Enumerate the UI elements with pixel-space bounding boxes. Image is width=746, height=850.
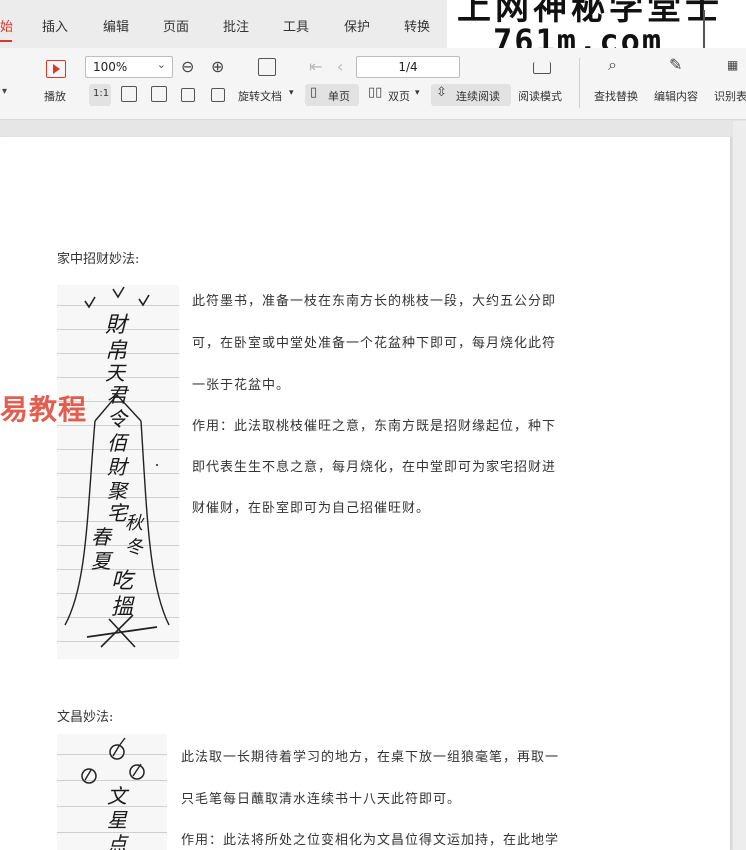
fit-width-icon[interactable]	[151, 86, 167, 102]
play-icon[interactable]	[46, 60, 66, 78]
chevron-down-icon: ▾	[415, 88, 420, 98]
chevron-down-icon: ⌄	[156, 58, 166, 71]
talisman-char: 搵	[111, 595, 134, 620]
double-page-icon: ▯▯	[368, 85, 383, 100]
paragraph-line: 一张于花盆中。	[192, 378, 291, 393]
toolbar-divider	[579, 58, 580, 108]
single-page-icon: ▯	[310, 85, 318, 100]
paragraph-line: 即代表生生不息之意，每月烧化，在中堂即可为家宅招财进	[192, 460, 557, 475]
active-tab-indicator	[0, 40, 12, 42]
find-replace-button[interactable]: 查找替换	[594, 88, 638, 104]
edit-pen-icon[interactable]: ✎	[669, 55, 682, 74]
tab-insert[interactable]: 插入	[42, 16, 68, 35]
edit-content-button[interactable]: 编辑内容	[654, 88, 698, 104]
paragraph-line: 作用：此法将所处之位变相化为文昌位得文运加持，在此地学	[181, 833, 560, 848]
chevron-down-icon[interactable]: ▾	[2, 86, 7, 97]
recognize-table-icon[interactable]: ▦	[727, 58, 738, 72]
zoom-in-icon[interactable]: ⊕	[211, 57, 224, 76]
talisman-char: 秋	[125, 513, 143, 534]
first-page-icon[interactable]: ⇤	[309, 57, 322, 76]
continuous-read-button[interactable]: 连续阅读	[456, 88, 500, 104]
paragraph-line: 此符墨书，准备一枝在东南方长的桃枝一段，大约五公分即	[192, 294, 557, 309]
page-number-input[interactable]: 1/4	[356, 56, 460, 78]
literary-talisman-image: 文 星 点	[57, 734, 167, 850]
double-page-button[interactable]: 双页	[388, 88, 410, 104]
paragraph-line: 财催财，在卧室即可为自己招催旺财。	[192, 501, 431, 516]
continuous-read-icon: ⇳	[436, 85, 447, 100]
tab-start[interactable]: 始	[0, 16, 13, 35]
paragraph-line: 作用：此法取桃枝催旺之意，东南方既是招财缘起位，种下	[192, 419, 557, 434]
paragraph-line: 此法取一长期待着学习的地方，在桌下放一组狼毫笔，再取一	[181, 750, 560, 765]
side-watermark-text: 易教程	[0, 393, 88, 426]
rotate-right-icon[interactable]	[211, 88, 225, 102]
tab-protect[interactable]: 保护	[344, 16, 370, 35]
zoom-value: 100%	[93, 60, 128, 74]
talisman-char: 点	[107, 832, 127, 850]
tab-comment[interactable]: 批注	[223, 16, 249, 35]
search-icon[interactable]: ⌕	[608, 55, 617, 75]
page-settings-icon[interactable]	[258, 58, 276, 76]
chevron-down-icon: ▾	[289, 88, 294, 98]
paragraph-line: 只毛笔每日蘸取清水连续书十八天此符即可。	[181, 792, 462, 807]
zoom-select[interactable]: 100% ⌄	[85, 56, 173, 78]
single-page-button[interactable]: 单页	[328, 88, 350, 104]
rotate-document-button[interactable]: 旋转文档	[238, 88, 282, 104]
tab-page[interactable]: 页面	[163, 16, 189, 35]
vertical-scrollbar[interactable]	[733, 121, 746, 850]
fit-page-icon[interactable]	[121, 86, 137, 102]
wealth-talisman-image: 財 帛 天 君 令 佰 財 聚 宅 春 夏 秋 冬 吃 搵	[57, 285, 179, 659]
rotate-left-icon[interactable]	[181, 88, 195, 102]
talisman-char: 冬	[125, 537, 143, 558]
tab-edit[interactable]: 编辑	[103, 16, 129, 35]
section-heading: 文昌妙法:	[57, 710, 114, 725]
next-panel-icon[interactable]	[533, 62, 551, 74]
talisman-char: 夏	[91, 549, 111, 573]
reading-mode-button[interactable]: 阅读模式	[518, 88, 562, 104]
prev-page-icon[interactable]: ‹	[337, 57, 343, 76]
play-button-label[interactable]: 播放	[44, 88, 66, 104]
actual-size-icon[interactable]: 1:1	[93, 88, 109, 99]
paragraph-line: 可，在卧室或中堂处准备一个花盆种下即可，每月烧化此符	[192, 336, 557, 351]
tab-convert[interactable]: 转换	[404, 16, 430, 35]
tab-tools[interactable]: 工具	[283, 16, 309, 35]
zoom-out-icon[interactable]: ⊖	[181, 57, 194, 76]
section-heading: 家中招财妙法:	[57, 252, 140, 267]
recognize-table-button[interactable]: 识别表	[714, 88, 746, 104]
